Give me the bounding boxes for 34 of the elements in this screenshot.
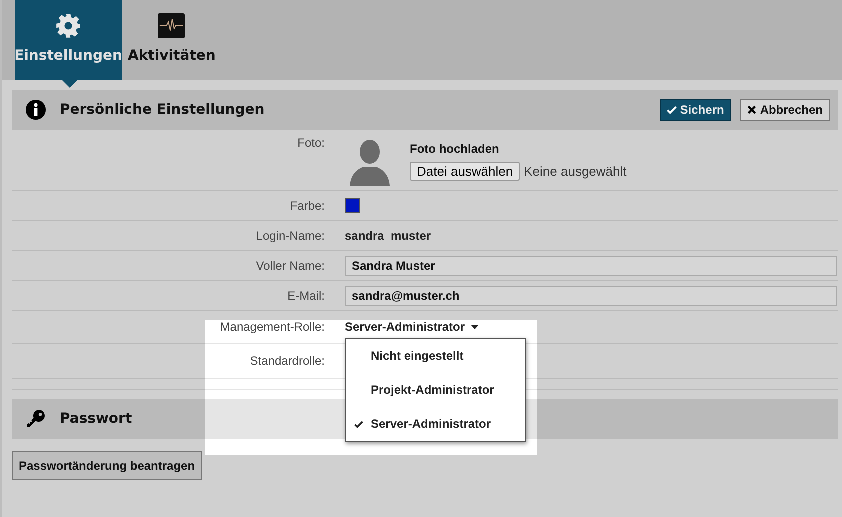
dropdown-option[interactable]: Server-Administrator [346,407,525,441]
tab[interactable]: Einstellungen [15,0,122,80]
tab-pointer [62,80,78,88]
choose-file-button[interactable]: Datei auswählen [410,162,520,180]
dropdown-option[interactable]: Nicht eingestellt [346,339,525,373]
close-icon [747,105,758,115]
field-label: Foto: [296,136,325,150]
field-label: Standardrolle: [249,354,325,368]
field-label: Farbe: [289,198,325,212]
password-change-button[interactable]: Passwortänderung beantragen [12,451,202,480]
field-label: Login-Name: [255,228,325,242]
field-label: Management-Rolle: [219,320,325,334]
section-title: Passwort [60,411,132,427]
tab[interactable]: Aktivitäten [122,0,222,80]
pulse-icon [158,13,186,39]
field-label: E-Mail: [286,288,325,302]
input-field[interactable]: sandra@muster.ch [345,286,837,306]
info-icon [26,100,46,120]
check-icon [667,105,678,115]
field-value: sandra_muster [345,228,432,242]
gear-icon [55,13,82,39]
avatar-silhouette-icon [350,138,390,186]
caret-icon [471,324,480,330]
section-title: Persönliche Einstellungen [60,102,265,118]
dropdown-option[interactable]: Projekt-Administrator [346,373,525,407]
field-label: Voller Name: [255,258,325,272]
color-swatch[interactable] [345,198,360,213]
input-field[interactable]: Sandra Muster [345,256,837,276]
key-icon [26,409,46,429]
cancel-button[interactable]: Abbrechen [740,99,830,121]
upload-title: Foto hochladen [410,142,500,156]
save-button[interactable]: Sichern [660,99,732,121]
role-dropdown[interactable]: Server-Administrator [345,320,480,334]
file-status: Keine ausgewählt [524,164,627,178]
